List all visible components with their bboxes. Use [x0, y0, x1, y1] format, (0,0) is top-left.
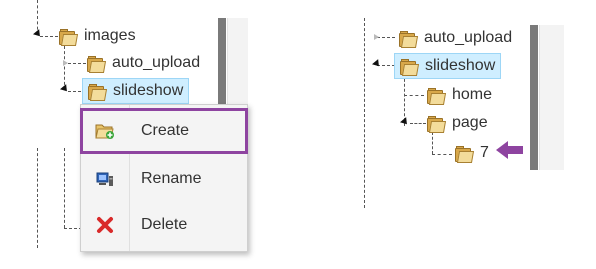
menu-item-create[interactable]: Create — [80, 108, 248, 154]
tree-item-label: auto_upload — [112, 54, 201, 71]
tree-item-7[interactable]: 7 — [454, 141, 489, 165]
scrollbar-gutter — [539, 25, 564, 170]
menu-item-label: Create — [141, 122, 190, 139]
folder-icon — [86, 55, 107, 73]
tree-item-label: auto_upload — [424, 29, 513, 46]
menu-item-rename[interactable]: Rename — [81, 157, 247, 201]
tree-item-slideshow[interactable]: slideshow — [82, 78, 190, 104]
folder-icon — [399, 58, 420, 76]
tree-guide-line — [68, 63, 86, 64]
right-file-tree-panel: auto_upload slideshow home page 7 — [340, 0, 540, 250]
scrollbar[interactable] — [530, 25, 538, 170]
folder-icon — [426, 87, 447, 105]
folder-icon — [426, 115, 447, 133]
tree-guide-line — [64, 148, 65, 228]
tree-guide-line — [40, 36, 58, 37]
tree-guide-line — [432, 132, 433, 154]
tree-item-auto-upload[interactable]: auto_upload — [86, 51, 200, 75]
tree-guide-line — [410, 123, 426, 124]
tree-item-label: slideshow — [425, 57, 496, 74]
folder-icon — [454, 145, 475, 163]
menu-item-delete[interactable]: Delete — [81, 203, 247, 247]
delete-icon — [81, 216, 129, 234]
folder-add-icon — [81, 122, 129, 140]
pointer-arrow-icon — [496, 141, 523, 159]
tree-guide-line — [377, 37, 395, 38]
rename-icon — [81, 170, 129, 188]
folder-icon — [398, 30, 419, 48]
tree-item-label: page — [452, 114, 488, 131]
collapsed-arrow-icon[interactable] — [63, 60, 68, 66]
tree-item-slideshow[interactable]: slideshow — [394, 53, 502, 79]
menu-item-label: Rename — [141, 170, 202, 187]
tree-item-page[interactable]: page — [426, 111, 488, 135]
tree-guide-line — [37, 148, 38, 248]
menu-item-label: Delete — [141, 216, 188, 233]
expand-arrow-icon[interactable] — [60, 84, 70, 94]
tree-item-label: images — [84, 27, 136, 44]
tree-item-auto-upload[interactable]: auto_upload — [398, 26, 512, 50]
expand-arrow-icon[interactable] — [33, 29, 43, 39]
tree-item-label: home — [452, 86, 493, 103]
tree-item-images[interactable]: images — [58, 24, 136, 48]
tree-guide-line — [404, 95, 424, 96]
tree-guide-line — [364, 18, 365, 208]
folder-icon — [58, 28, 79, 46]
context-menu: Create Rename Delete — [80, 104, 248, 252]
expand-arrow-icon[interactable] — [372, 59, 382, 69]
expand-arrow-icon[interactable] — [400, 117, 410, 127]
tree-item-label: 7 — [480, 144, 489, 161]
folder-icon — [87, 83, 108, 101]
tree-guide-line — [432, 154, 452, 155]
collapsed-arrow-icon[interactable] — [374, 34, 379, 40]
tree-item-label: slideshow — [113, 82, 184, 99]
tree-item-home[interactable]: home — [426, 83, 492, 107]
